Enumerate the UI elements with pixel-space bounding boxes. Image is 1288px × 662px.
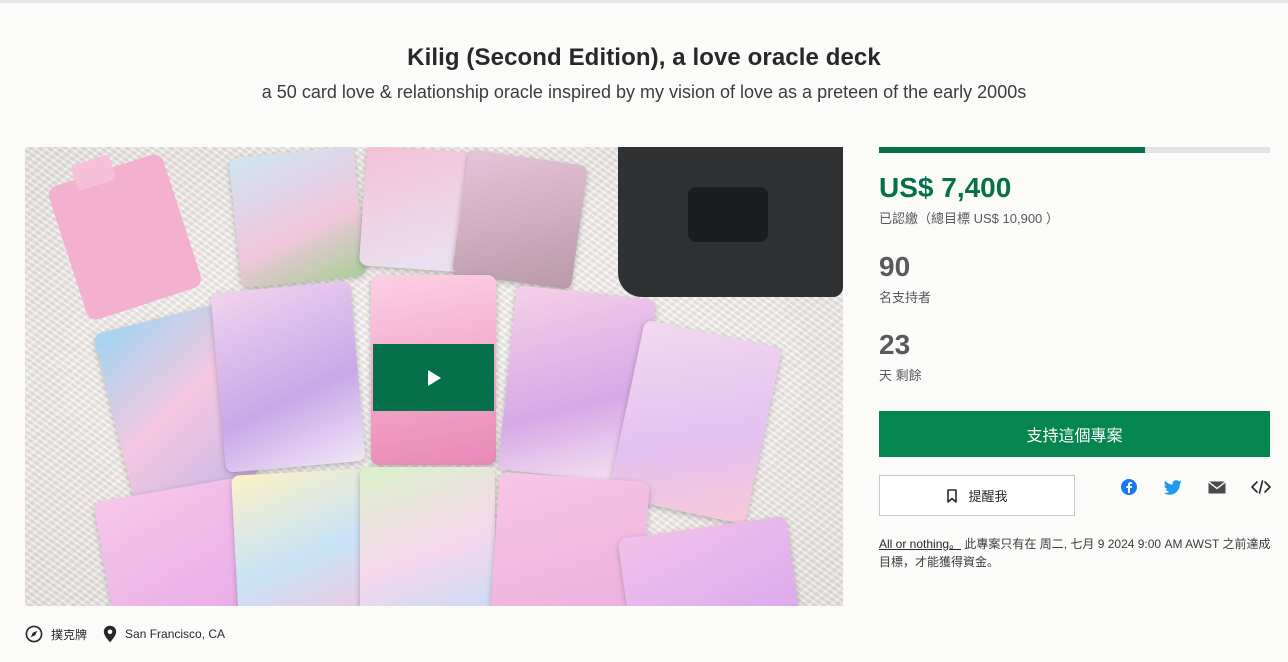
remind-me-button[interactable]: 提醒我 <box>879 475 1075 516</box>
funding-progress-fill <box>879 147 1145 153</box>
project-subtitle: a 50 card love & relationship oracle ins… <box>261 82 1027 102</box>
email-icon[interactable] <box>1207 478 1227 496</box>
camera-image <box>618 147 843 297</box>
location-label: San Francisco, CA <box>125 627 226 641</box>
thumbnail-card <box>231 468 379 606</box>
project-footer: 撲克牌 San Francisco, CA <box>25 625 241 643</box>
funding-model-note: All or nothing。 此專案只有在 周二, 七月 9 2024 9:0… <box>879 535 1274 571</box>
thumbnail-card <box>228 147 367 289</box>
thumbnail-card <box>451 149 589 290</box>
location-pin-icon <box>103 625 117 643</box>
back-this-project-button[interactable]: 支持這個專案 <box>879 411 1270 457</box>
thumbnail-card <box>210 281 366 473</box>
pledged-goal-label: 已認繳（總目標 US$ 10,900 ） <box>879 211 1059 226</box>
play-video-button[interactable] <box>373 344 494 411</box>
thumbnail-card <box>360 467 495 606</box>
project-title: Kilig (Second Edition), a love oracle de… <box>407 44 881 71</box>
bookmark-icon <box>947 488 958 503</box>
facebook-icon[interactable] <box>1119 478 1139 496</box>
play-icon <box>427 369 441 386</box>
twitter-icon[interactable] <box>1163 478 1183 496</box>
funding-progress-bar <box>879 147 1270 153</box>
category-link[interactable]: 撲克牌 <box>25 625 87 643</box>
embed-icon[interactable] <box>1251 478 1271 496</box>
backers-label: 名支持者 <box>879 290 932 305</box>
all-or-nothing-link[interactable]: All or nothing。 <box>879 537 961 551</box>
days-remaining-count: 23 <box>879 329 911 360</box>
compass-icon <box>25 625 43 643</box>
top-divider <box>0 0 1288 3</box>
backers-count: 90 <box>879 251 911 282</box>
remind-me-label: 提醒我 <box>968 489 1008 504</box>
location-link[interactable]: San Francisco, CA <box>103 625 225 643</box>
category-label: 撲克牌 <box>51 627 88 642</box>
pledged-amount: US$ 7,400 <box>879 172 1012 203</box>
days-remaining-label: 天 剩餘 <box>879 368 922 383</box>
project-video[interactable] <box>25 147 843 606</box>
project-header: Kilig (Second Edition), a love oracle de… <box>0 44 1288 103</box>
